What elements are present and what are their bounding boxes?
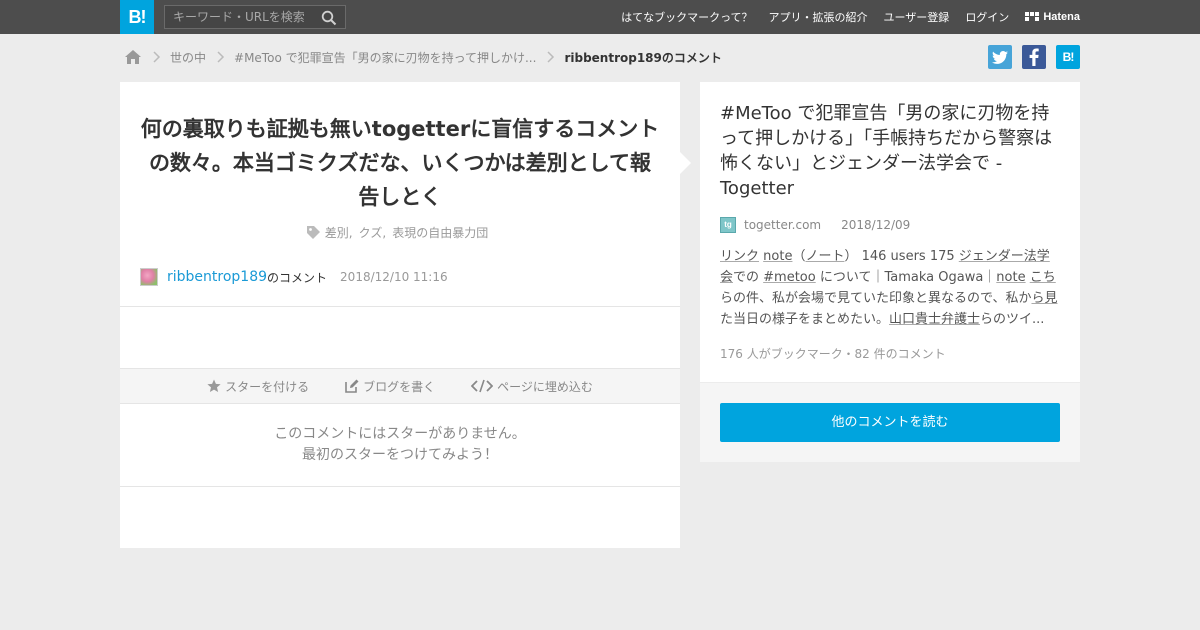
summary-text: らのツイ...: [980, 312, 1045, 327]
edit-icon: [345, 379, 359, 393]
comment-timestamp: 2018/12/10 11:16: [340, 270, 448, 284]
entry-summary: リンク note（ノート） 146 users 175 ジェンダー法学会での #…: [720, 246, 1060, 330]
search-icon[interactable]: [321, 10, 337, 26]
apps-link[interactable]: アプリ・拡張の紹介: [769, 9, 868, 25]
register-link[interactable]: ユーザー登録: [884, 9, 950, 25]
entry-stats: 176 人がブックマーク・82 件のコメント: [720, 347, 946, 361]
facebook-icon: [1029, 48, 1039, 66]
breadcrumb-entry[interactable]: #MeToo で犯罪宣告「男の家に刃物を持って押しかけ...: [234, 49, 536, 66]
hatena-bookmark-icon: B!: [1062, 50, 1075, 64]
comment-text: 何の裏取りも証拠も無いtogetterに盲信するコメントの数々。本当ゴミクズだな…: [140, 117, 660, 209]
summary-keyword-link[interactable]: 山口貴士弁護士: [889, 312, 980, 327]
entry-date: 2018/12/09: [841, 218, 911, 232]
hatena-mark-icon: [1025, 12, 1040, 21]
search-box: [164, 5, 346, 29]
embed-button[interactable]: ページに埋め込む: [471, 378, 593, 395]
summary-keyword-link[interactable]: note: [996, 270, 1025, 285]
hatena-brand-text: Hatena: [1043, 11, 1080, 23]
summary-text: （: [792, 249, 806, 264]
avatar[interactable]: [140, 268, 158, 286]
tag-list: 差別, クズ, 表現の自由暴力団: [120, 224, 680, 241]
read-more-panel: 他のコメントを読む: [700, 383, 1080, 462]
summary-keyword-link[interactable]: こち: [1030, 270, 1056, 285]
comment-actions: スターを付ける ブログを書く ページに埋め込む: [120, 368, 680, 404]
summary-keyword-link[interactable]: #metoo: [763, 270, 816, 285]
site-favicon: tg: [720, 217, 736, 233]
tag-link[interactable]: 表現の自由暴力団: [392, 224, 488, 241]
hatena-bookmark-share-button[interactable]: B!: [1056, 45, 1080, 69]
tag-icon: [306, 226, 320, 239]
summary-text: た当日の様子をまとめたい。: [720, 312, 890, 327]
divider: [120, 306, 680, 307]
chevron-right-icon: [547, 51, 555, 63]
embed-label: ページに埋め込む: [497, 379, 593, 394]
chevron-right-icon: [217, 51, 225, 63]
entry-domain-link[interactable]: togetter.com: [744, 218, 821, 232]
no-stars-line-2: 最初のスターをつけてみよう！: [302, 447, 498, 463]
top-nav: はてなブックマークって？ アプリ・拡張の紹介 ユーザー登録 ログイン Haten…: [605, 0, 1080, 34]
hatena-bookmark-logo[interactable]: B!: [120, 0, 154, 34]
summary-text: での: [733, 270, 764, 285]
no-stars-message: このコメントにはスターがありません。 最初のスターをつけてみよう！: [120, 424, 680, 466]
read-other-comments-button[interactable]: 他のコメントを読む: [720, 403, 1060, 442]
summary-text: について｜Tamaka Ogawa｜: [815, 270, 997, 285]
twitter-icon: [992, 50, 1008, 64]
share-buttons: B!: [978, 45, 1080, 69]
search-input[interactable]: [165, 6, 323, 28]
divider: [120, 486, 680, 487]
entry-source: tg togetter.com 2018/12/09: [720, 217, 910, 233]
chevron-right-icon: [153, 51, 161, 63]
hatena-brand-link[interactable]: Hatena: [1025, 11, 1080, 23]
username-suffix: のコメント: [267, 270, 328, 285]
tag-link[interactable]: 差別,: [325, 224, 353, 241]
entry-title-link[interactable]: #MeToo で犯罪宣告「男の家に刃物を持って押しかける」「手帳持ちだから警察は…: [720, 101, 1060, 201]
breadcrumb-category[interactable]: 世の中: [170, 49, 206, 66]
top-header: B! はてなブックマークって？ アプリ・拡張の紹介 ユーザー登録 ログイン Ha…: [0, 0, 1200, 34]
summary-text: ） 146 users 175: [844, 249, 959, 264]
about-link[interactable]: はてなブックマークって？: [621, 9, 752, 25]
twitter-share-button[interactable]: [988, 45, 1012, 69]
summary-keyword-link[interactable]: ノート: [805, 249, 844, 264]
write-blog-label: ブログを書く: [363, 379, 436, 394]
comment-card: 何の裏取りも証拠も無いtogetterに盲信するコメントの数々。本当ゴミクズだな…: [120, 82, 680, 548]
summary-keyword-link[interactable]: ら見: [1031, 291, 1057, 306]
code-icon: [471, 379, 494, 393]
add-star-button[interactable]: スターを付ける: [207, 378, 309, 395]
add-star-label: スターを付ける: [225, 379, 310, 394]
breadcrumb-current: ribbentrop189のコメント: [564, 50, 722, 65]
write-blog-button[interactable]: ブログを書く: [345, 378, 435, 395]
card-pointer-arrow: [680, 152, 691, 174]
star-icon: [207, 379, 221, 392]
breadcrumb: 世の中 #MeToo で犯罪宣告「男の家に刃物を持って押しかけ... ribbe…: [124, 46, 722, 68]
facebook-share-button[interactable]: [1022, 45, 1046, 69]
entry-card: #MeToo で犯罪宣告「男の家に刃物を持って押しかける」「手帳持ちだから警察は…: [700, 82, 1080, 382]
tag-link[interactable]: クズ,: [359, 224, 387, 241]
home-icon[interactable]: [124, 49, 142, 65]
summary-keyword-link[interactable]: リンク: [720, 249, 759, 264]
summary-keyword-link[interactable]: note: [763, 249, 792, 264]
login-link[interactable]: ログイン: [965, 9, 1009, 25]
summary-text: らの件、私が会場で見ていた印象と異なるので、私か: [720, 291, 1032, 306]
comment-meta: ribbentrop189 のコメント 2018/12/10 11:16: [140, 268, 448, 286]
no-stars-line-1: このコメントにはスターがありません。: [274, 426, 526, 442]
username-link[interactable]: ribbentrop189: [167, 269, 267, 285]
